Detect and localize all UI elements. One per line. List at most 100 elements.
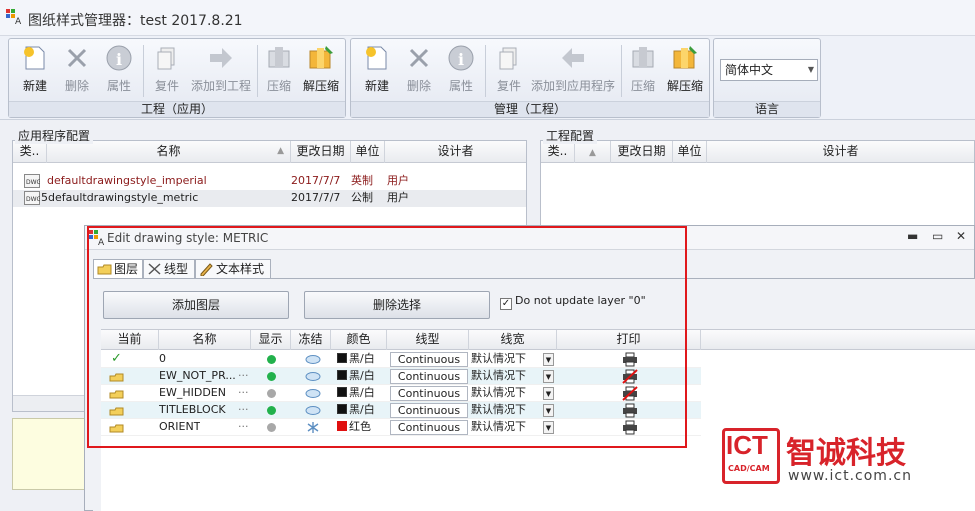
svg-text:i: i [458,50,464,69]
sort-asc-icon: ▲ [589,148,596,158]
linetype-cell[interactable]: Continuous [390,403,468,418]
sort-asc-icon: ▲ [277,146,284,156]
visible-on-icon[interactable] [267,355,276,364]
chevron-down-icon[interactable]: ▼ [543,421,554,434]
col-unit[interactable]: 单位 [351,141,385,163]
printer-icon[interactable] [622,420,638,435]
minimize-icon[interactable]: ▬ [907,229,918,243]
layer-row[interactable]: EW_NOT_PR... ··· 黑/白 Continuous 默认情况下 ▼ [101,368,701,385]
col-frozen[interactable]: 冻结 [291,330,331,350]
info-icon: i [106,45,132,71]
tab-layers[interactable]: 图层 [93,259,143,279]
linetype-cell[interactable]: Continuous [390,369,468,384]
ribbon-group-caption: 语言 [714,101,820,117]
new-button[interactable]: 新建 [357,43,397,97]
col-layer-name[interactable]: 名称 [159,330,251,350]
window-title: 图纸样式管理器：test 2017.8.21 [28,13,243,29]
color-swatch[interactable] [337,370,347,380]
language-select[interactable]: 简体中文 ▼ [720,59,818,81]
ribbon-group-caption: 管理（工程） [351,101,709,117]
more-icon: ··· [238,420,249,433]
visible-on-icon[interactable] [267,406,276,415]
extract-button[interactable]: 解压缩 [663,43,707,97]
project-config-header: 类.. ▲ 更改日期 单位 设计者 [541,141,974,163]
extract-button[interactable]: 解压缩 [299,43,343,97]
chevron-down-icon[interactable]: ▼ [543,353,554,366]
compress-button[interactable]: 压缩 [625,43,661,97]
col-designer[interactable]: 设计者 [385,141,526,163]
compress-button[interactable]: 压缩 [261,43,297,97]
add-to-project-button[interactable]: 添加到工程 [189,43,253,97]
col-type[interactable]: 类.. [13,141,47,163]
delete-icon [67,48,87,68]
no-print-icon[interactable] [622,386,638,401]
linetype-cell[interactable]: Continuous [390,420,468,435]
no-print-icon[interactable] [622,369,638,384]
layer-row[interactable]: TITLEBLOCK ··· 黑/白 Continuous 默认情况下 ▼ [101,402,701,419]
maximize-icon[interactable]: ▭ [932,229,943,243]
ribbon-group-language: 简体中文 ▼ 语言 [713,38,821,118]
col-current[interactable]: 当前 [101,330,159,350]
delete-selected-button[interactable]: 删除选择 [304,291,490,319]
current-check-icon: ✓ [111,351,122,366]
col-lineweight[interactable]: 线宽 [469,330,557,350]
col-unit[interactable]: 单位 [673,141,707,163]
visible-off-icon[interactable] [267,423,276,432]
tab-linetypes[interactable]: 线型 [143,259,195,279]
col-date[interactable]: 更改日期 [291,141,351,163]
delete-button[interactable]: 删除 [57,43,97,97]
color-swatch[interactable] [337,404,347,414]
more-icon: ··· [238,386,249,399]
col-plot[interactable]: 打印 [557,330,701,350]
col-linetype[interactable]: 线型 [387,330,469,350]
col-type[interactable]: 类.. [541,141,575,163]
color-swatch[interactable] [337,421,347,431]
snowflake-freeze-icon[interactable] [305,421,321,434]
color-swatch[interactable] [337,353,347,363]
add-to-application-button[interactable]: 添加到应用程序 [529,43,617,97]
layer-row[interactable]: ✓ 0 黑/白 Continuous 默认情况下 ▼ [101,351,701,368]
col-date[interactable]: 更改日期 [611,141,673,163]
app-logo-icon: A [6,9,22,25]
col-designer[interactable]: 设计者 [707,141,974,163]
visible-on-icon[interactable] [267,372,276,381]
table-row[interactable]: DWG 5 defaultdrawingstyle_metric 2017/7/… [13,190,526,207]
chevron-down-icon[interactable]: ▼ [543,387,554,400]
linetype-cell[interactable]: Continuous [390,386,468,401]
delete-button[interactable]: 删除 [399,43,439,97]
linetype-cell[interactable]: Continuous [390,352,468,367]
copy-icon [499,47,517,70]
properties-button[interactable]: i 属性 [99,43,139,97]
copy-button[interactable]: 复件 [147,43,187,97]
layers-grid-header: 当前 名称 显示 冻结 颜色 线型 线宽 打印 [101,330,975,350]
close-icon[interactable]: ✕ [956,229,966,243]
layer-row[interactable]: EW_HIDDEN ··· 黑/白 Continuous 默认情况下 ▼ [101,385,701,402]
tab-text-styles[interactable]: 文本样式 [195,259,271,279]
layer-row[interactable]: ORIENT ··· 红色 Continuous 默认情况下 ▼ [101,419,701,436]
col-name[interactable]: 名称 ▲ [47,141,291,163]
chevron-down-icon: ▼ [807,65,814,74]
new-button[interactable]: 新建 [15,43,55,97]
sun-thaw-icon[interactable] [305,371,321,382]
visible-off-icon[interactable] [267,389,276,398]
sun-thaw-icon[interactable] [305,388,321,399]
sun-thaw-icon[interactable] [305,405,321,416]
sun-thaw-icon[interactable] [305,354,321,365]
svg-text:A: A [98,238,105,246]
chevron-down-icon[interactable]: ▼ [543,370,554,383]
copy-button[interactable]: 复件 [489,43,529,97]
do-not-update-layer0-checkbox[interactable]: ✓ Do not update layer "0" [500,294,646,310]
chevron-down-icon[interactable]: ▼ [543,404,554,417]
col-color[interactable]: 颜色 [331,330,387,350]
table-row[interactable]: DWG defaultdrawingstyle_imperial 2017/7/… [13,173,526,190]
col-name[interactable]: ▲ [575,141,611,163]
layer-folder-icon [109,373,124,382]
properties-button[interactable]: i 属性 [441,43,481,97]
printer-icon[interactable] [622,352,638,367]
color-swatch[interactable] [337,387,347,397]
title-bar: A 图纸样式管理器：test 2017.8.21 [0,0,975,36]
col-visible[interactable]: 显示 [251,330,291,350]
printer-icon[interactable] [622,403,638,418]
app-config-header: 类.. 名称 ▲ 更改日期 单位 设计者 [13,141,526,163]
add-layer-button[interactable]: 添加图层 [103,291,289,319]
